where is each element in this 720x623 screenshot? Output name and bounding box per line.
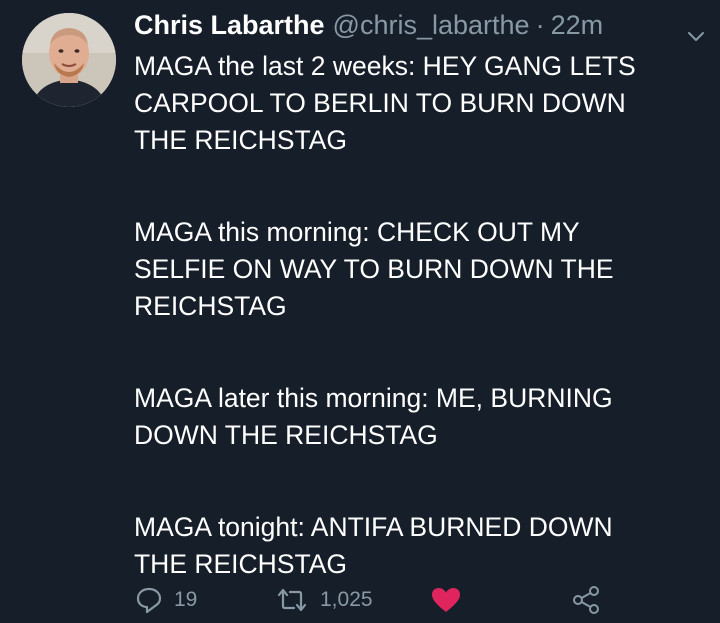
separator: · [535,10,545,40]
chevron-down-icon[interactable] [686,20,706,41]
retweet-button[interactable]: 1,025 [274,584,373,616]
tweet-paragraph: MAGA later this morning: ME, BURNING DOW… [134,383,613,450]
retweet-icon [277,588,307,612]
timestamp[interactable]: 22m [551,10,604,41]
retweet-count: 1,025 [320,588,373,611]
share-icon [573,586,599,614]
tweet-paragraph: MAGA this morning: CHECK OUT MY SELFIE O… [134,217,614,321]
user-handle[interactable]: @chris_labarthe [333,10,530,41]
heart-icon [432,588,460,612]
reply-icon [136,587,162,614]
avatar[interactable] [22,13,116,107]
tweet: Chris Labarthe @chris_labarthe · 22m MAG… [0,0,720,623]
tweet-paragraph: MAGA the last 2 weeks: HEY GANG LETS CAR… [134,51,636,155]
action-bar: 19 1,025 [134,584,654,616]
display-name[interactable]: Chris Labarthe [134,10,325,41]
reply-button[interactable]: 19 [134,584,197,616]
tweet-paragraph: MAGA tonight: ANTIFA BURNED DOWN THE REI… [134,512,613,579]
tweet-header: Chris Labarthe @chris_labarthe · 22m [134,10,706,46]
reply-count: 19 [174,588,198,611]
tweet-text: MAGA the last 2 weeks: HEY GANG LETS CAR… [134,48,704,623]
like-button[interactable] [430,584,472,616]
share-button[interactable] [570,584,612,616]
